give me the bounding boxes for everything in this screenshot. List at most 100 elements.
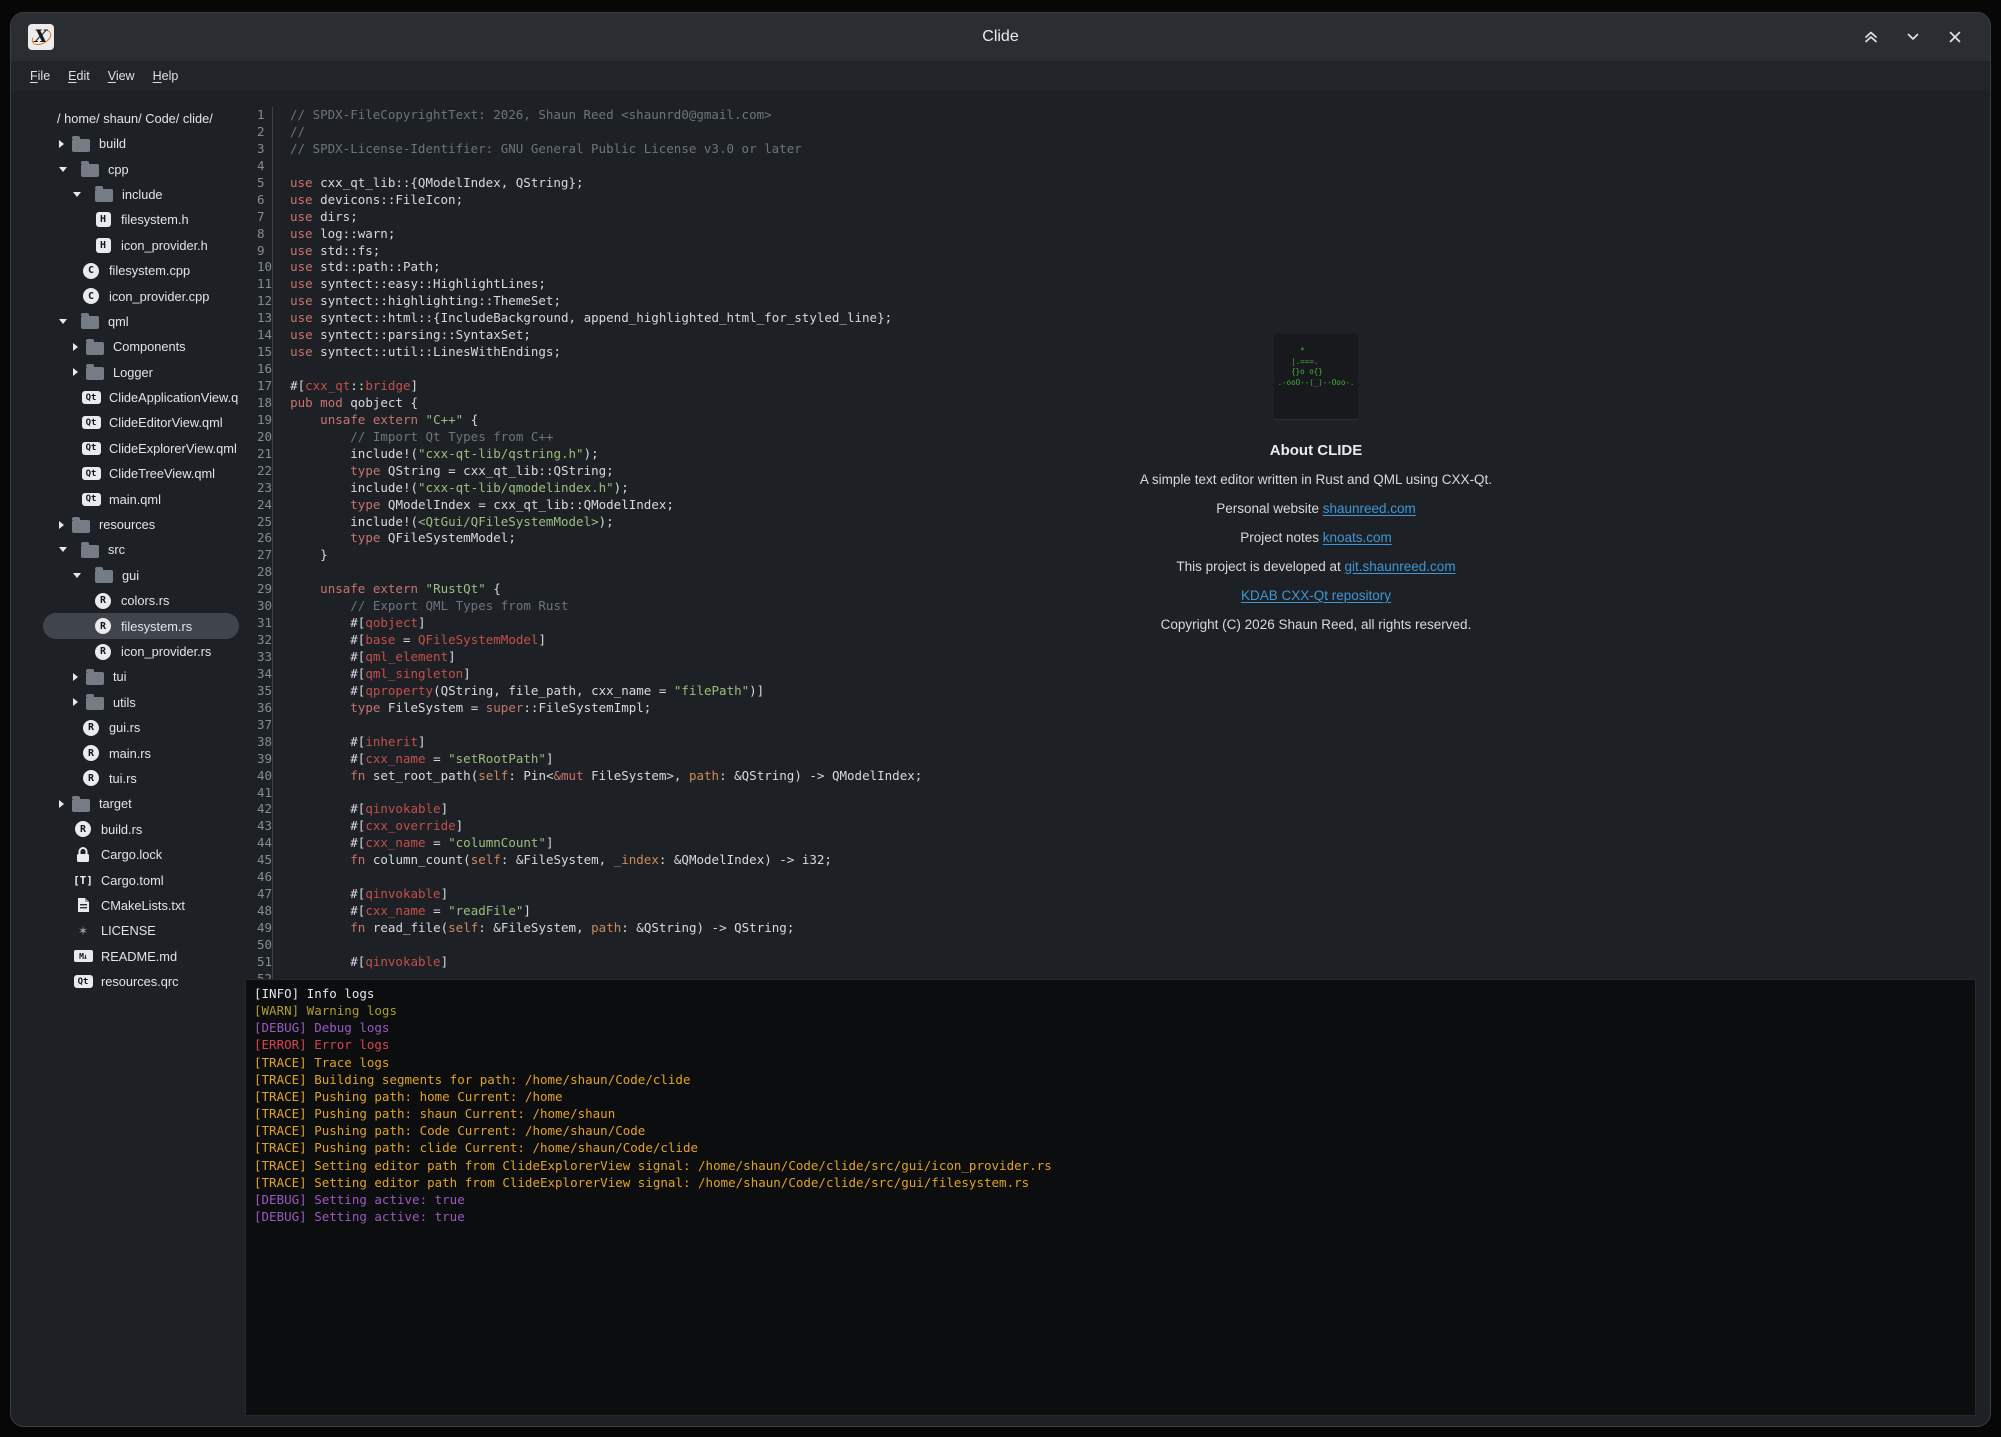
rs-file-icon: R bbox=[93, 616, 113, 636]
line-number: 27 bbox=[243, 547, 273, 564]
kdab-repo-link[interactable]: KDAB CXX-Qt repository bbox=[1241, 588, 1391, 603]
code-text: #[cxx_override] bbox=[290, 818, 463, 835]
code-line: 51 #[qinvokable] bbox=[243, 954, 1980, 971]
close-button[interactable] bbox=[1942, 24, 1968, 50]
maximize-button[interactable] bbox=[1858, 24, 1884, 50]
line-number: 35 bbox=[243, 683, 273, 700]
tree-file-resources-qrc[interactable]: Qtresources.qrc bbox=[43, 969, 239, 994]
menu-file[interactable]: File bbox=[21, 66, 59, 86]
tree-file-gui-rs[interactable]: Rgui.rs bbox=[43, 715, 239, 740]
code-line: 42 #[qinvokable] bbox=[243, 801, 1980, 818]
tree-file-colors-rs[interactable]: Rcolors.rs bbox=[43, 588, 239, 613]
menu-edit[interactable]: Edit bbox=[59, 66, 99, 86]
line-number: 5 bbox=[243, 175, 273, 192]
log-line-trace: [TRACE] Setting editor path from ClideEx… bbox=[254, 1174, 1967, 1191]
folder-icon bbox=[71, 794, 91, 814]
tree-file-main-rs[interactable]: Rmain.rs bbox=[43, 740, 239, 765]
tree-folder-resources[interactable]: resources bbox=[43, 512, 239, 537]
code-text: use syntect::html::{IncludeBackground, a… bbox=[290, 310, 892, 327]
qt-file-icon: Qt bbox=[81, 438, 101, 458]
log-line-trace: [TRACE] Pushing path: clide Current: /ho… bbox=[254, 1139, 1967, 1156]
code-line: 4 bbox=[243, 158, 1980, 175]
line-number: 52 bbox=[243, 971, 273, 979]
line-number: 4 bbox=[243, 158, 273, 175]
tree-file-main-qml[interactable]: Qtmain.qml bbox=[43, 486, 239, 511]
tree-folder-src[interactable]: src bbox=[43, 537, 239, 562]
code-text: #[qobject] bbox=[290, 615, 425, 632]
tree-folder-include[interactable]: include bbox=[43, 182, 239, 207]
tree-item-label: Cargo.lock bbox=[101, 847, 162, 862]
minimize-button[interactable] bbox=[1900, 24, 1926, 50]
line-number: 38 bbox=[243, 734, 273, 751]
tree-file-clideeditorview-qml[interactable]: QtClideEditorView.qml bbox=[43, 410, 239, 435]
tree-file-build-rs[interactable]: Rbuild.rs bbox=[43, 817, 239, 842]
tree-file-tui-rs[interactable]: Rtui.rs bbox=[43, 766, 239, 791]
tree-file-readme-md[interactable]: M↓README.md bbox=[43, 944, 239, 969]
line-number: 21 bbox=[243, 446, 273, 463]
chevron-right-icon bbox=[73, 343, 78, 351]
tree-file-filesystem-rs[interactable]: Rfilesystem.rs bbox=[43, 613, 239, 638]
menu-help[interactable]: Help bbox=[144, 66, 188, 86]
menubar: FileEditViewHelp bbox=[11, 61, 1990, 91]
tree-item-label: target bbox=[99, 796, 132, 811]
tree-folder-gui[interactable]: gui bbox=[43, 563, 239, 588]
code-line: 36 type FileSystem = super::FileSystemIm… bbox=[243, 700, 1980, 717]
line-number: 10 bbox=[243, 259, 273, 276]
folder-icon bbox=[94, 565, 114, 585]
tree-folder-logger[interactable]: Logger bbox=[43, 360, 239, 385]
tree-folder-qml[interactable]: qml bbox=[43, 309, 239, 334]
tree-file-cargo-lock[interactable]: Cargo.lock bbox=[43, 842, 239, 867]
tree-file-icon-provider-h[interactable]: Hicon_provider.h bbox=[43, 233, 239, 258]
qt-file-icon: Qt bbox=[81, 489, 101, 509]
code-line: 49 fn read_file(self: &FileSystem, path:… bbox=[243, 920, 1980, 937]
qt-file-icon: Qt bbox=[81, 413, 101, 433]
tree-item-label: utils bbox=[113, 695, 136, 710]
tree-folder-cpp[interactable]: cpp bbox=[43, 156, 239, 181]
tree-item-label: ClideTreeView.qml bbox=[109, 466, 215, 481]
log-line-trace: [TRACE] Trace logs bbox=[254, 1054, 1967, 1071]
license-file-icon: ✶ bbox=[73, 921, 93, 941]
tree-file-cmakelists-txt[interactable]: CMakeLists.txt bbox=[43, 893, 239, 918]
code-line: 13use syntect::html::{IncludeBackground,… bbox=[243, 310, 1980, 327]
window-title: Clide bbox=[11, 28, 1990, 46]
code-text: use syntect::parsing::SyntaxSet; bbox=[290, 327, 531, 344]
code-text: } bbox=[290, 547, 328, 564]
chevron-down-icon bbox=[73, 573, 81, 578]
tree-folder-tui[interactable]: tui bbox=[43, 664, 239, 689]
h-file-icon: H bbox=[93, 235, 113, 255]
personal-website-link[interactable]: shaunreed.com bbox=[1323, 501, 1416, 516]
code-text: include!(<QtGui/QFileSystemModel>); bbox=[290, 514, 614, 531]
tree-file-cargo-toml[interactable]: [T]Cargo.toml bbox=[43, 867, 239, 892]
git-repo-link[interactable]: git.shaunreed.com bbox=[1345, 559, 1456, 574]
tree-item-label: Components bbox=[113, 339, 186, 354]
tree-item-label: ClideApplicationView.qml bbox=[109, 390, 239, 405]
tree-folder-target[interactable]: target bbox=[43, 791, 239, 816]
tree-file-clidetreeview-qml[interactable]: QtClideTreeView.qml bbox=[43, 461, 239, 486]
log-console[interactable]: [INFO] Info logs[WARN] Warning logs[DEBU… bbox=[245, 979, 1976, 1416]
code-line: 10use std::path::Path; bbox=[243, 259, 1980, 276]
tree-file-filesystem-h[interactable]: Hfilesystem.h bbox=[43, 207, 239, 232]
line-number: 14 bbox=[243, 327, 273, 344]
toml-file-icon: [T] bbox=[73, 870, 93, 890]
tree-item-label: include bbox=[122, 187, 163, 202]
tree-file-license[interactable]: ✶LICENSE bbox=[43, 918, 239, 943]
code-line: 35 #[qproperty(QString, file_path, cxx_n… bbox=[243, 683, 1980, 700]
tree-file-icon-provider-cpp[interactable]: Cicon_provider.cpp bbox=[43, 283, 239, 308]
code-text: unsafe extern "RustQt" { bbox=[290, 581, 501, 598]
tree-file-filesystem-cpp[interactable]: Cfilesystem.cpp bbox=[43, 258, 239, 283]
tree-file-clideexplorerview-qml[interactable]: QtClideExplorerView.qml bbox=[43, 436, 239, 461]
chevron-down-icon bbox=[59, 319, 67, 324]
tree-folder-utils[interactable]: utils bbox=[43, 690, 239, 715]
code-line: 41 bbox=[243, 785, 1980, 802]
chevron-right-icon bbox=[59, 140, 64, 148]
tree-folder-build[interactable]: build bbox=[43, 131, 239, 156]
project-notes-link[interactable]: knoats.com bbox=[1323, 530, 1392, 545]
tree-item-label: icon_provider.rs bbox=[121, 644, 211, 659]
code-line: 7use dirs; bbox=[243, 209, 1980, 226]
tree-folder-components[interactable]: Components bbox=[43, 334, 239, 359]
tree-file-icon-provider-rs[interactable]: Ricon_provider.rs bbox=[43, 639, 239, 664]
titlebar[interactable]: X Clide bbox=[11, 13, 1990, 61]
tree-file-clideapplicationview-qml[interactable]: QtClideApplicationView.qml bbox=[43, 385, 239, 410]
code-text: use devicons::FileIcon; bbox=[290, 192, 463, 209]
menu-view[interactable]: View bbox=[99, 66, 144, 86]
